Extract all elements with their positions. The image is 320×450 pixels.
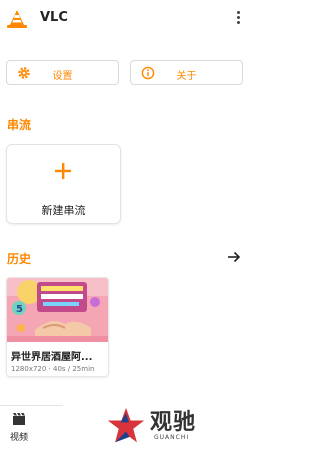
history-video-card[interactable]: 5 异世界居酒屋阿... 1280x720 · 40s / 25min [6, 277, 109, 377]
video-title: 异世界居酒屋阿... [11, 352, 93, 363]
app-bar: VLC [0, 0, 262, 38]
stream-section-title: 串流 [7, 118, 32, 132]
app-title: VLC [40, 10, 68, 25]
vlc-cone-icon [7, 10, 27, 28]
history-section-title: 历史 [7, 252, 32, 266]
svg-text:5: 5 [16, 304, 23, 315]
star-logo-icon [107, 407, 145, 443]
watermark-logo: 观驰 GUANCHI [106, 404, 218, 448]
nav-item-video[interactable]: 视频 [4, 412, 34, 446]
new-stream-card[interactable]: 新建串流 [6, 144, 121, 224]
more-vertical-icon[interactable] [230, 10, 246, 28]
settings-label: 设置 [52, 71, 73, 82]
plus-icon [55, 163, 71, 179]
nav-divider [0, 405, 63, 406]
watermark-subtext: GUANCHI [154, 434, 190, 441]
settings-button[interactable]: 设置 [6, 60, 119, 85]
video-meta: 1280x720 · 40s / 25min [11, 365, 95, 373]
arrow-right-icon[interactable] [226, 249, 242, 265]
watermark-text: 观驰 [150, 410, 197, 435]
nav-video-label: 视频 [9, 433, 28, 443]
about-label: 关于 [176, 71, 197, 82]
new-stream-label: 新建串流 [41, 204, 86, 217]
about-button[interactable]: 关于 [130, 60, 243, 85]
film-icon [13, 413, 25, 425]
video-thumbnail: 5 [7, 278, 108, 342]
